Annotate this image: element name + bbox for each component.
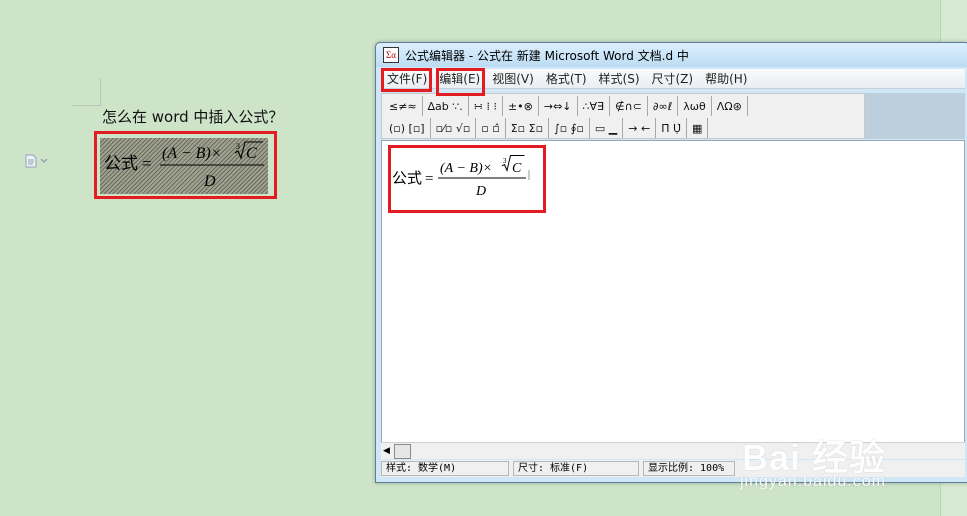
greek-upper-icon[interactable]: ΛΩ⊛ [712, 96, 748, 116]
watermark-domain: jingyan.baidu.com [740, 473, 886, 490]
highlight-document-formula [94, 131, 277, 199]
menu-help[interactable]: 帮助(H) [699, 70, 753, 87]
labeled-arrows-icon[interactable]: → ← [623, 118, 657, 138]
status-style: 样式: 数学(M) [381, 461, 509, 476]
baidu-watermark: Bai 经验 jingyan.baidu.com [728, 405, 938, 495]
summation-icon[interactable]: Σ▫ Σ▫ [506, 118, 550, 138]
equation-editor-app-icon[interactable]: Σα [383, 47, 399, 63]
bars-icon[interactable]: ▭ ▁ [590, 118, 624, 138]
status-size: 尺寸: 标准(F) [513, 461, 639, 476]
set-theory-icon[interactable]: ∉∩⊂ [610, 96, 648, 116]
toolbar-row-symbols: ≤≠≈ ∆ab ∵. ∺ ⁞ ⁝ ±•⊗ →⇔↓ ∴∀∃ ∉∩⊂ ∂∞ℓ λωθ… [384, 95, 748, 117]
scroll-left-arrow-icon[interactable]: ◀ [383, 445, 391, 457]
relations-icon[interactable]: ≤≠≈ [384, 96, 423, 116]
operators-icon[interactable]: ±•⊗ [503, 96, 539, 116]
menu-view[interactable]: 视图(V) [486, 70, 540, 87]
math-symbol-toolbar: ≤≠≈ ∆ab ∵. ∺ ⁞ ⁝ ±•⊗ →⇔↓ ∴∀∃ ∉∩⊂ ∂∞ℓ λωθ… [381, 93, 865, 139]
chevron-down-icon [40, 158, 48, 163]
misc-symbols-icon[interactable]: ∂∞ℓ [648, 96, 679, 116]
page-corner-marker [72, 78, 102, 106]
greek-lower-icon[interactable]: λωθ [678, 96, 712, 116]
window-titlebar[interactable]: Σα 公式编辑器 - 公式在 新建 Microsoft Word 文档.d 中 [376, 43, 967, 67]
scripts-icon[interactable]: ▫ ▫̂ [476, 118, 506, 138]
integrals-icon[interactable]: ∫▫ ∮▫ [549, 118, 590, 138]
menu-size[interactable]: 尺寸(Z) [646, 70, 700, 87]
embellishments-icon[interactable]: ∺ ⁞ ⁝ [469, 96, 503, 116]
matrix-icon[interactable]: ▦ [687, 118, 709, 138]
menu-format[interactable]: 格式(T) [540, 70, 593, 87]
window-title: 公式编辑器 - 公式在 新建 Microsoft Word 文档.d 中 [405, 48, 689, 63]
toolbar-row-templates: (▫) [▫] ▫⁄▫ √▫ ▫ ▫̂ Σ▫ Σ▫ ∫▫ ∮▫ ▭ ▁ → ← … [384, 117, 709, 139]
menu-style[interactable]: 样式(S) [593, 70, 646, 87]
fences-icon[interactable]: (▫) [▫] [384, 118, 431, 138]
toolbar-empty-pane [865, 93, 965, 139]
products-icon[interactable]: Π̄ Ụ̇ [656, 118, 688, 138]
document-question-text: 怎么在 word 中插入公式？ [102, 108, 284, 126]
status-zoom: 显示比例: 100% [643, 461, 735, 476]
highlight-edit-menu [436, 68, 485, 96]
spaces-icon[interactable]: ∆ab ∵. [423, 96, 469, 116]
doc-layout-options-icon[interactable] [25, 153, 51, 169]
fractions-radicals-icon[interactable]: ▫⁄▫ √▫ [431, 118, 477, 138]
logic-icon[interactable]: ∴∀∃ [578, 96, 610, 116]
highlight-file-menu [381, 68, 432, 92]
scroll-thumb[interactable] [394, 444, 411, 459]
highlight-editor-formula [388, 145, 546, 213]
arrows-icon[interactable]: →⇔↓ [539, 96, 578, 116]
